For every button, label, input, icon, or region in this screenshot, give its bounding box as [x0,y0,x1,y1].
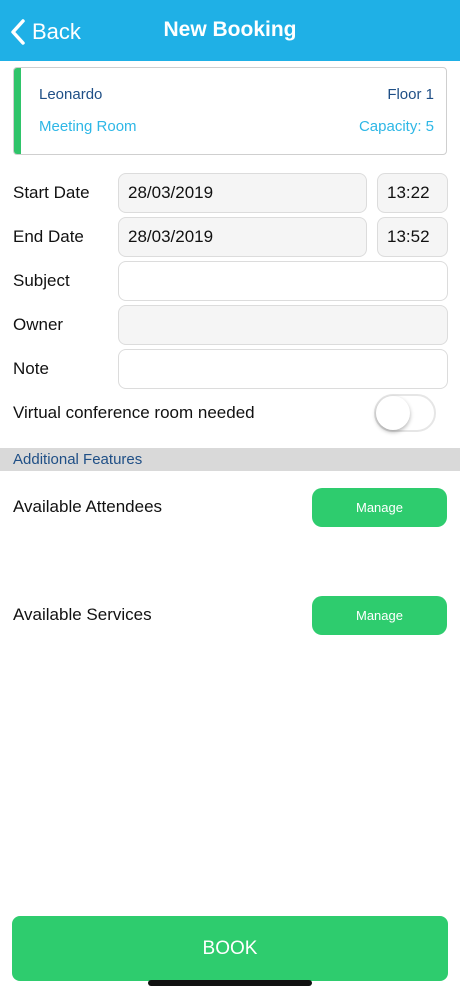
additional-features-header: Additional Features [0,448,460,471]
start-time-field[interactable]: 13:22 [377,173,448,213]
book-button[interactable]: BOOK [12,916,448,981]
room-capacity: Capacity: 5 [358,118,434,135]
room-floor: Floor 1 [387,86,434,103]
note-field[interactable] [118,349,448,389]
owner-field[interactable] [118,305,448,345]
subject-field[interactable] [118,261,448,301]
start-date-field[interactable]: 28/03/2019 [118,173,367,213]
home-indicator [148,980,312,986]
room-type: Meeting Room [39,118,137,135]
virtual-room-label: Virtual conference room needed [13,403,255,422]
end-date-field[interactable]: 28/03/2019 [118,217,367,257]
room-card-accent [14,68,21,154]
nav-bar: Back New Booking [0,0,460,61]
note-label: Note [13,359,49,378]
end-date-label: End Date [13,227,84,246]
available-attendees-label: Available Attendees [13,497,163,516]
owner-label: Owner [13,315,64,334]
room-card: Leonardo Floor 1 Meeting Room Capacity: … [13,67,447,155]
page-title: New Booking [163,18,297,41]
manage-attendees-button[interactable]: Manage [312,488,447,527]
section-title: Additional Features [13,451,143,468]
virtual-room-toggle[interactable] [374,394,436,432]
available-services-label: Available Services [13,605,152,624]
end-time-field[interactable]: 13:52 [377,217,448,257]
subject-label: Subject [13,271,70,290]
manage-services-button[interactable]: Manage [312,596,447,635]
start-date-label: Start Date [13,183,90,202]
room-name: Leonardo [39,86,103,103]
toggle-knob [376,396,410,430]
